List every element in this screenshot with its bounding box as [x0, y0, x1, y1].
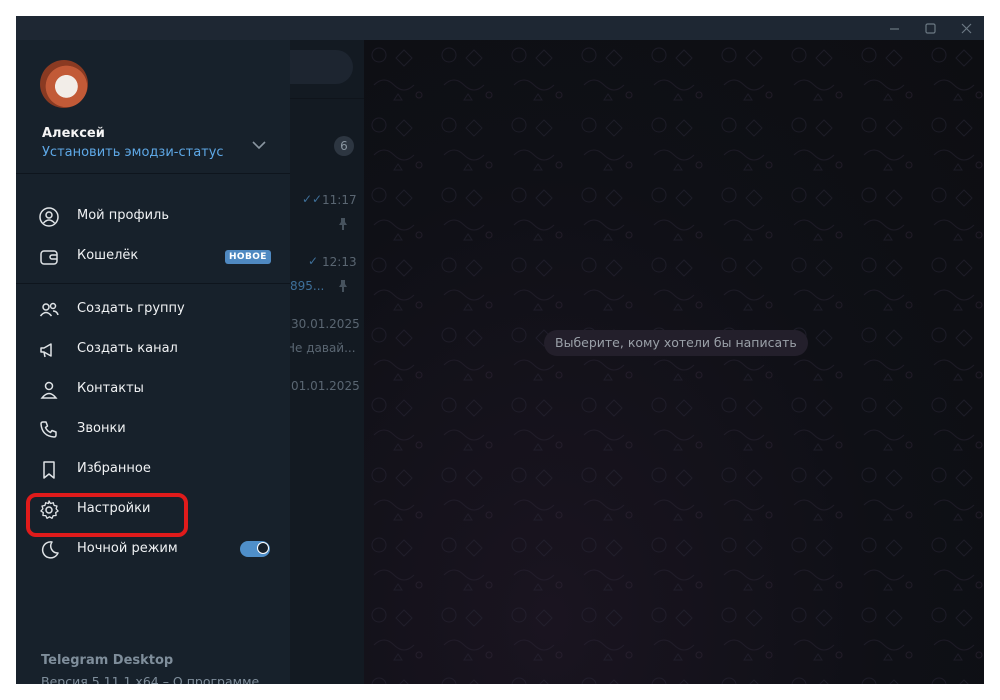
menu-divider	[16, 283, 290, 284]
phone-icon	[38, 419, 60, 441]
maximize-button[interactable]	[912, 16, 948, 40]
minimize-button[interactable]	[876, 16, 912, 40]
empty-chat-message: Выберите, кому хотели бы написать	[544, 330, 808, 356]
menu-item-label: Создать канал	[77, 341, 178, 356]
chat-preview: Не давай...	[286, 341, 356, 355]
profile-icon	[38, 206, 60, 228]
app-name: Telegram Desktop	[41, 653, 174, 668]
menu-item-create-channel[interactable]: Создать канал	[16, 329, 290, 369]
avatar[interactable]	[40, 60, 88, 108]
menu-item-label: Звонки	[77, 421, 126, 436]
title-bar	[16, 16, 984, 40]
new-badge: НОВОЕ	[225, 250, 271, 264]
version-about-link[interactable]: Версия 5.11.1 x64 – О программе	[41, 674, 259, 684]
close-button[interactable]	[948, 16, 984, 40]
settings-highlight-frame	[26, 493, 188, 537]
menu-divider	[16, 173, 290, 174]
contacts-icon	[38, 379, 60, 401]
toggle-knob	[257, 542, 269, 554]
bookmark-icon	[38, 459, 60, 481]
set-emoji-status-link[interactable]: Установить эмодзи-статус	[42, 145, 224, 160]
group-icon	[38, 299, 60, 321]
menu-item-label: Контакты	[77, 381, 144, 396]
wallet-icon	[38, 246, 60, 268]
user-name: Алексей	[42, 126, 105, 141]
menu-item-calls[interactable]: Звонки	[16, 409, 290, 449]
menu-item-label: Ночной режим	[77, 541, 178, 556]
minimize-icon	[889, 27, 899, 30]
menu-item-create-group[interactable]: Создать группу	[16, 289, 290, 329]
menu-item-label: Избранное	[77, 461, 151, 476]
unread-badge: 6	[334, 136, 354, 156]
side-menu: Алексей Установить эмодзи-статус Мой про…	[16, 40, 290, 684]
menu-item-contacts[interactable]: Контакты	[16, 369, 290, 409]
menu-item-label: Создать группу	[77, 301, 185, 316]
read-check-icon: ✓✓	[302, 192, 323, 206]
telegram-window: 6 ✓✓ 11:17 ✓ 12:13 895... 30.01.2025 Не …	[16, 16, 984, 684]
night-mode-toggle[interactable]	[240, 541, 270, 557]
pin-icon	[339, 218, 347, 230]
chat-time: 12:13	[322, 255, 357, 269]
chat-area	[364, 40, 984, 684]
close-icon	[961, 23, 971, 33]
menu-item-label: Мой профиль	[77, 208, 169, 223]
chat-time: 30.01.2025	[291, 317, 360, 331]
menu-item-label: Кошелёк	[77, 248, 139, 263]
chevron-down-icon[interactable]	[250, 136, 268, 154]
maximize-icon	[924, 22, 936, 34]
chat-time: 01.01.2025	[291, 379, 360, 393]
pin-icon	[339, 280, 347, 292]
chat-preview: 895...	[290, 279, 325, 293]
sent-check-icon: ✓	[308, 254, 319, 268]
chat-background-pattern	[364, 40, 984, 684]
menu-item-saved[interactable]: Избранное	[16, 449, 290, 489]
moon-icon	[38, 539, 60, 561]
menu-item-wallet[interactable]: Кошелёк НОВОЕ	[16, 236, 290, 276]
menu-item-my-profile[interactable]: Мой профиль	[16, 196, 290, 236]
channel-icon	[38, 339, 60, 361]
chat-time: 11:17	[322, 193, 357, 207]
